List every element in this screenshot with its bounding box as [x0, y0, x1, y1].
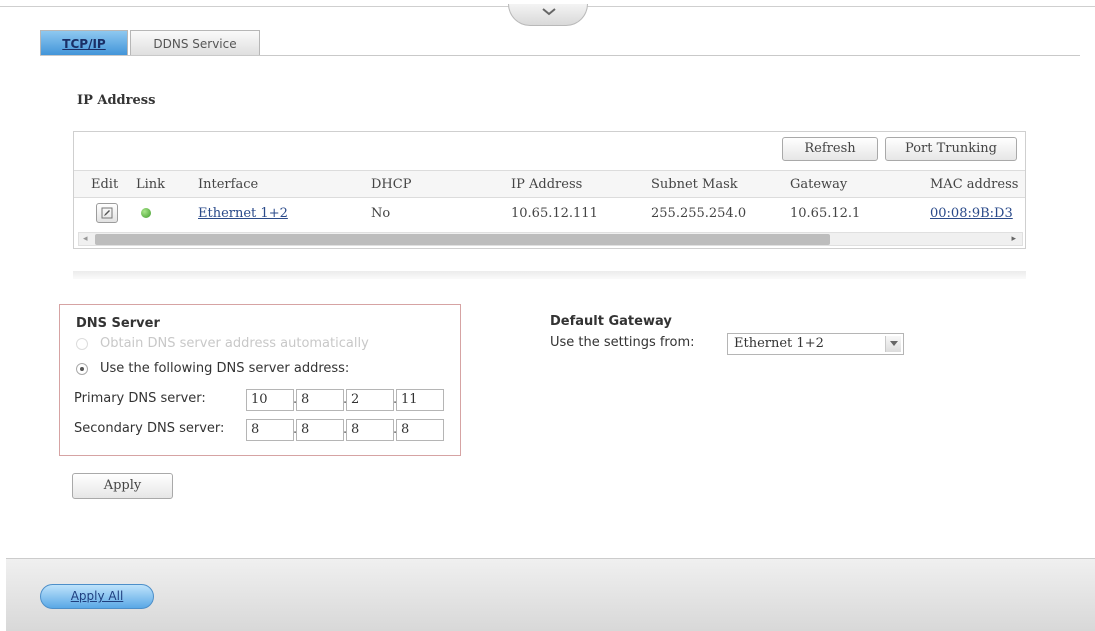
- mac-address-link[interactable]: 00:08:9B:D3: [930, 206, 1013, 221]
- apply-all-button[interactable]: Apply All: [40, 584, 154, 609]
- tab-divider: [40, 55, 1080, 56]
- footer-bar: [6, 558, 1095, 631]
- subnet-mask-value: 255.255.254.0: [651, 206, 747, 221]
- table-header: Edit Link Interface DHCP IP Address Subn…: [74, 170, 1025, 198]
- default-gateway-label: Use the settings from:: [550, 335, 695, 350]
- edit-button[interactable]: [96, 203, 118, 223]
- primary-dns-octet-1[interactable]: 10: [246, 389, 294, 411]
- table-row: Ethernet 1+2 No 10.65.12.111 255.255.254…: [74, 199, 1025, 229]
- ip-address-value: 10.65.12.111: [511, 206, 598, 221]
- column-header-dhcp: DHCP: [371, 177, 412, 192]
- dns-auto-label: Obtain DNS server address automatically: [100, 336, 369, 351]
- horizontal-scrollbar[interactable]: ◂ ▸: [78, 232, 1023, 246]
- scroll-right-icon[interactable]: ▸: [1011, 233, 1016, 245]
- collapse-handle[interactable]: [508, 4, 588, 26]
- secondary-dns-octet-4[interactable]: 8: [396, 419, 444, 441]
- dns-server-panel: DNS Server Obtain DNS server address aut…: [59, 304, 461, 456]
- scroll-left-icon[interactable]: ◂: [83, 233, 88, 245]
- column-header-edit: Edit: [91, 177, 119, 192]
- dns-manual-label[interactable]: Use the following DNS server address:: [100, 361, 349, 376]
- column-header-gateway: Gateway: [790, 177, 848, 192]
- default-gateway-value: Ethernet 1+2: [734, 336, 824, 351]
- column-header-mac-address: MAC address: [930, 177, 1019, 192]
- dns-auto-radio: [76, 338, 88, 350]
- port-trunking-button[interactable]: Port Trunking: [885, 137, 1017, 161]
- secondary-dns-octet-2[interactable]: 8: [296, 419, 344, 441]
- dns-server-title: DNS Server: [76, 316, 160, 331]
- scrollbar-thumb[interactable]: [95, 234, 830, 245]
- dns-manual-radio[interactable]: [76, 363, 88, 375]
- default-gateway-title: Default Gateway: [550, 314, 672, 329]
- tab-ddns-service[interactable]: DDNS Service: [130, 30, 260, 56]
- primary-dns-octet-3[interactable]: 2: [346, 389, 394, 411]
- apply-button[interactable]: Apply: [72, 473, 173, 499]
- ip-address-section-title: IP Address: [77, 93, 156, 108]
- column-header-interface: Interface: [198, 177, 259, 192]
- primary-dns-octet-2[interactable]: 8: [296, 389, 344, 411]
- primary-dns-octet-4[interactable]: 11: [396, 389, 444, 411]
- ip-address-table: Refresh Port Trunking Edit Link Interfac…: [73, 131, 1026, 249]
- column-header-subnet-mask: Subnet Mask: [651, 177, 738, 192]
- secondary-dns-octet-1[interactable]: 8: [246, 419, 294, 441]
- pencil-icon: [101, 207, 113, 219]
- column-header-ip-address: IP Address: [511, 177, 583, 192]
- tab-bar: TCP/IP DDNS Service: [40, 30, 262, 56]
- interface-link[interactable]: Ethernet 1+2: [198, 206, 288, 221]
- primary-dns-label: Primary DNS server:: [74, 391, 206, 406]
- table-footer-shadow: [73, 271, 1026, 279]
- dropdown-arrow-icon[interactable]: [885, 336, 901, 352]
- secondary-dns-octet-3[interactable]: 8: [346, 419, 394, 441]
- link-status-icon: [141, 208, 151, 218]
- tab-tcp-ip[interactable]: TCP/IP: [40, 30, 128, 56]
- refresh-button[interactable]: Refresh: [782, 137, 878, 161]
- secondary-dns-label: Secondary DNS server:: [74, 421, 225, 436]
- chevron-down-icon: [542, 8, 556, 16]
- column-header-link: Link: [136, 177, 166, 192]
- default-gateway-select[interactable]: Ethernet 1+2: [727, 333, 904, 355]
- dhcp-value: No: [371, 206, 391, 221]
- gateway-value: 10.65.12.1: [790, 206, 861, 221]
